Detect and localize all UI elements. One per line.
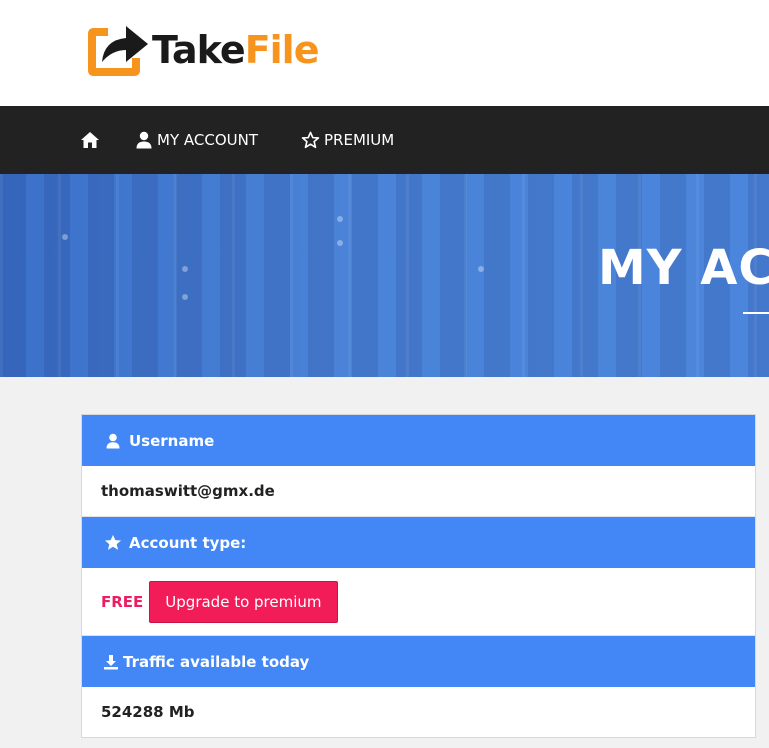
page-title: MY ACCOUNT <box>598 240 769 296</box>
star-outline-icon <box>301 131 320 149</box>
account-type-header-label: Account type: <box>129 533 247 552</box>
nav-my-account[interactable]: MY ACCOUNT <box>135 106 258 174</box>
logo-wordmark: TakeFile <box>152 28 320 72</box>
logo-text-file: File <box>244 28 320 72</box>
hero-banner: MY ACCOUNT <box>0 174 769 377</box>
traffic-row: 524288 Mb <box>82 687 755 737</box>
nav-premium[interactable]: PREMIUM <box>301 106 394 174</box>
traffic-header-label: Traffic available today <box>123 652 310 671</box>
account-type-row: FREE Upgrade to premium <box>82 568 755 636</box>
site-header: TakeFile <box>0 0 769 106</box>
username-row: thomaswitt@gmx.de <box>82 466 755 517</box>
user-icon <box>135 131 153 149</box>
title-underline <box>743 312 769 314</box>
user-icon <box>103 432 123 450</box>
download-icon <box>103 653 119 671</box>
nav-home[interactable] <box>80 106 100 174</box>
traffic-header: Traffic available today <box>82 636 755 687</box>
home-icon <box>80 131 100 149</box>
server-light <box>62 234 68 240</box>
username-header-label: Username <box>129 431 215 450</box>
takefile-logo[interactable]: TakeFile <box>82 16 320 78</box>
main-nav: MY ACCOUNT PREMIUM <box>0 106 769 174</box>
server-light <box>478 266 484 272</box>
logo-text-take: Take <box>152 28 246 72</box>
star-icon <box>103 534 123 552</box>
server-light <box>182 294 188 300</box>
server-light <box>182 266 188 272</box>
traffic-value: 524288 Mb <box>101 703 195 721</box>
username-header: Username <box>82 415 755 466</box>
account-type-value: FREE <box>101 592 144 611</box>
server-light <box>337 216 343 222</box>
server-light <box>337 240 343 246</box>
logo-share-icon <box>82 16 154 78</box>
account-panel: Username thomaswitt@gmx.de Account type:… <box>81 414 756 738</box>
account-type-header: Account type: <box>82 517 755 568</box>
nav-my-account-label: MY ACCOUNT <box>157 131 258 149</box>
upgrade-premium-button[interactable]: Upgrade to premium <box>149 580 338 623</box>
username-value: thomaswitt@gmx.de <box>101 482 275 500</box>
nav-premium-label: PREMIUM <box>324 131 395 149</box>
